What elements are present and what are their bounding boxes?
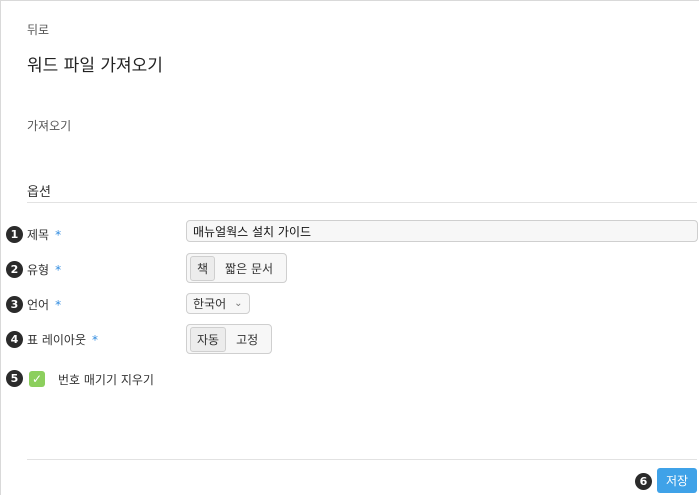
- clear-numbering-label: 번호 매기기 지우기: [58, 373, 154, 387]
- step-badge-3: 3: [6, 296, 23, 313]
- language-row: 3 언어 *: [0, 294, 699, 320]
- type-label: 유형 *: [27, 263, 62, 277]
- step-badge-5: 5: [6, 370, 23, 387]
- options-section-title: 옵션: [27, 185, 51, 200]
- section-divider: [27, 202, 697, 203]
- type-option-short-doc[interactable]: 짧은 문서: [219, 257, 279, 280]
- required-mark: *: [55, 228, 62, 242]
- title-label: 제목 *: [27, 228, 62, 242]
- table-layout-row: 4 표 레이아웃 *: [0, 330, 699, 356]
- page-title: 워드 파일 가져오기: [27, 56, 163, 76]
- table-layout-option-fixed[interactable]: 고정: [230, 328, 264, 351]
- step-badge-6: 6: [635, 473, 652, 490]
- clear-numbering-checkbox[interactable]: ✓: [29, 371, 45, 387]
- language-select[interactable]: 한국어 ⌄: [186, 293, 250, 314]
- check-icon: ✓: [31, 372, 43, 386]
- table-layout-label: 표 레이아웃 *: [27, 333, 99, 347]
- step-badge-2: 2: [6, 261, 23, 278]
- import-button[interactable]: 가져오기: [27, 117, 71, 134]
- required-mark: *: [92, 333, 99, 347]
- type-segmented-control: 책 짧은 문서: [186, 253, 288, 283]
- footer-divider: [27, 459, 697, 460]
- table-layout-option-auto[interactable]: 자동: [190, 326, 227, 352]
- language-value: 한국어: [193, 297, 227, 311]
- language-label: 언어 *: [27, 298, 62, 312]
- type-row: 2 유형 *: [0, 258, 699, 284]
- required-mark: *: [55, 298, 62, 312]
- back-link[interactable]: 뒤로: [27, 21, 49, 38]
- save-button[interactable]: 저장: [657, 468, 697, 493]
- step-badge-1: 1: [6, 226, 23, 243]
- type-option-book[interactable]: 책: [190, 255, 216, 281]
- window-border-top: [0, 0, 699, 1]
- table-layout-segmented-control: 자동 고정: [186, 324, 273, 354]
- chevron-down-icon: ⌄: [234, 298, 243, 309]
- step-badge-4: 4: [6, 331, 23, 348]
- title-input[interactable]: 매뉴얼웍스 설치 가이드: [186, 220, 698, 242]
- required-mark: *: [55, 263, 62, 277]
